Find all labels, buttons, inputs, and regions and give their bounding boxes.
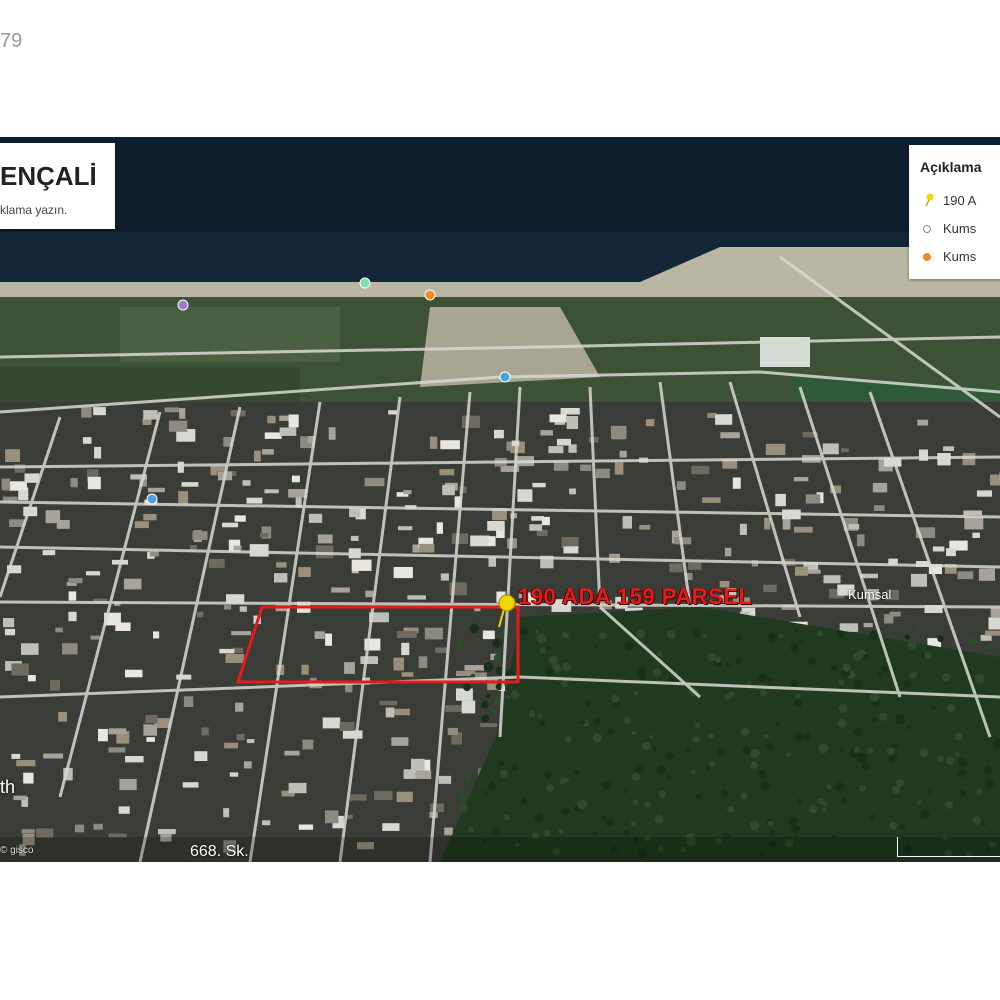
map-subtitle: klama yazın. xyxy=(0,203,68,217)
legend-title: Açıklama xyxy=(920,159,982,175)
imagery-copyright: © gisco xyxy=(0,845,34,856)
map-legend: Açıklama 190 A Kums Kums xyxy=(909,145,1000,279)
legend-item-kumsal-1[interactable]: Kums xyxy=(923,221,976,236)
legend-item-parcel[interactable]: 190 A xyxy=(923,193,976,208)
satellite-imagery xyxy=(0,137,1000,862)
street-label-668: 668. Sk. xyxy=(190,843,249,860)
google-earth-watermark: th xyxy=(0,777,16,797)
map-title-box: ENÇALİ klama yazın. xyxy=(0,143,115,229)
legend-item-kumsal-2[interactable]: Kums xyxy=(923,249,976,264)
page-corner-text: 79 xyxy=(0,30,23,52)
parcel-label: 190 ADA 159 PARSEL xyxy=(518,584,753,609)
scale-bar xyxy=(897,837,1000,857)
street-label-kumsal: Kumsal xyxy=(848,587,892,602)
legend-item-label: Kums xyxy=(943,249,977,264)
satellite-map[interactable]: ENÇALİ klama yazın. Açıklama 190 A Kums … xyxy=(0,137,1000,862)
orange-circle-pin-icon xyxy=(923,249,943,264)
legend-item-label: Kums xyxy=(943,221,977,236)
map-title: ENÇALİ xyxy=(0,161,97,191)
grey-circle-pin-icon xyxy=(923,221,943,236)
legend-item-label: 190 A xyxy=(943,193,977,208)
